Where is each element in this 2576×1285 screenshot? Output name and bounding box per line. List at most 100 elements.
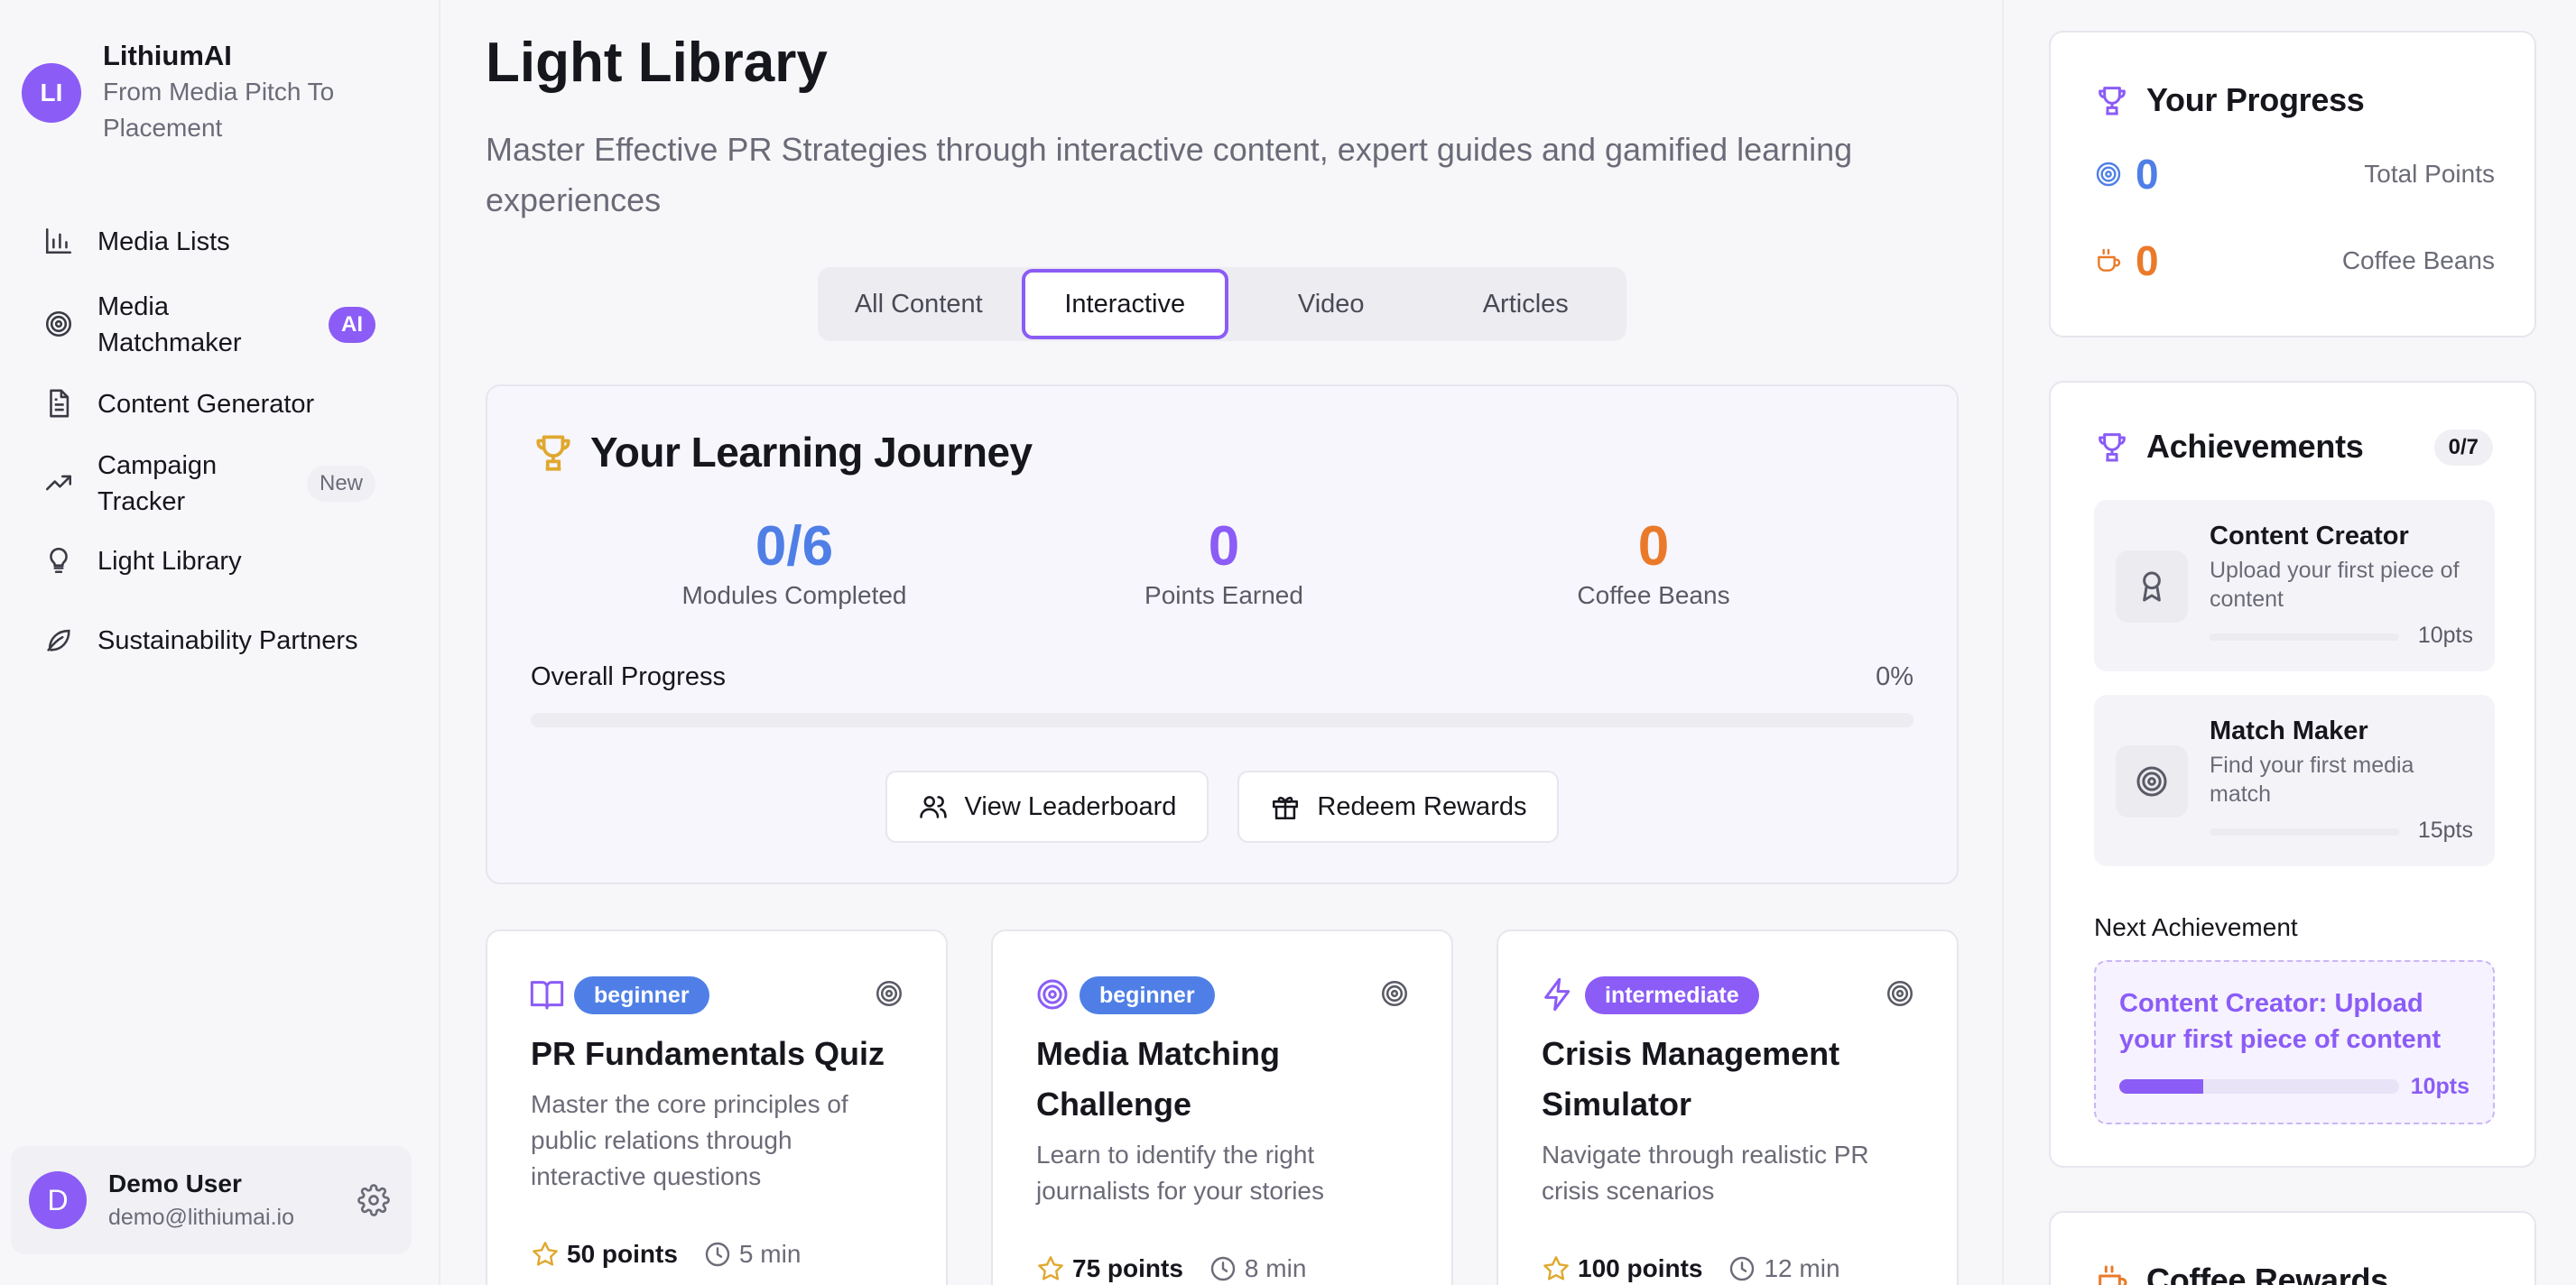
right-panel: Your Progress 0 Total Points 0 Coffee Be…: [2002, 0, 2576, 1285]
user-card[interactable]: D Demo User demo@lithiumai.io: [11, 1146, 412, 1254]
stat-coffee-beans: 0 Coffee Beans: [1491, 518, 1816, 614]
target-icon: [2136, 766, 2167, 797]
level-badge: beginner: [574, 976, 709, 1014]
total-points-value: 0: [2136, 151, 2159, 198]
coffee-rewards-panel: Coffee Rewards: [2049, 1211, 2536, 1285]
clock-icon: [1210, 1256, 1236, 1281]
card-points: 100 points: [1578, 1254, 1703, 1282]
view-leaderboard-button[interactable]: View Leaderboard: [885, 771, 1209, 843]
target-icon: [1034, 976, 1070, 1012]
sidebar-item-campaign-tracker[interactable]: Campaign Tracker New: [43, 448, 379, 520]
achievements-title: Achievements: [2146, 428, 2364, 465]
sidebar-item-content-generator[interactable]: Content Generator: [43, 386, 379, 422]
book-open-icon: [529, 976, 565, 1012]
stat-modules: 0/6 Modules Completed: [632, 518, 957, 614]
brand[interactable]: LI LithiumAI From Media Pitch To Placeme…: [22, 38, 374, 146]
card-duration: 5 min: [738, 1240, 802, 1268]
stat-label: Coffee Beans: [1577, 581, 1730, 609]
stat-label: Points Earned: [1144, 581, 1303, 609]
next-achievement-text: Content Creator: Upload your first piece…: [2119, 989, 2442, 1054]
your-progress-panel: Your Progress 0 Total Points 0 Coffee Be…: [2049, 31, 2536, 337]
level-badge: beginner: [1080, 976, 1215, 1014]
redeem-rewards-label: Redeem Rewards: [1317, 791, 1527, 821]
target-icon: [874, 978, 904, 1009]
gear-icon[interactable]: [357, 1184, 390, 1216]
card-points: 50 points: [567, 1240, 678, 1268]
content-card-media-matching-challenge[interactable]: beginner Media Matching Challenge Learn …: [991, 929, 1453, 1285]
trending-up-icon: [43, 467, 76, 500]
page-subtitle: Master Effective PR Strategies through i…: [486, 131, 1853, 218]
achievement-title: Match Maker: [2210, 716, 2368, 745]
trophy-icon: [531, 430, 576, 475]
achievement-points: 15pts: [2417, 818, 2473, 843]
stat-value: 0: [1208, 515, 1240, 578]
coffee-beans-label: Coffee Beans: [2341, 246, 2495, 274]
stat-label: Modules Completed: [681, 581, 907, 609]
level-badge: intermediate: [1585, 976, 1759, 1014]
target-icon: [2096, 162, 2121, 187]
next-achievement-card[interactable]: Content Creator: Upload your first piece…: [2094, 960, 2495, 1124]
overall-progress-percent: 0%: [1876, 662, 1913, 691]
content-card-crisis-management-simulator[interactable]: intermediate Crisis Management Simulator…: [1496, 929, 1959, 1285]
new-badge: New: [306, 466, 375, 502]
tab-articles[interactable]: Articles: [1428, 269, 1623, 339]
clock-icon: [1730, 1256, 1755, 1281]
tab-video[interactable]: Video: [1234, 269, 1429, 339]
next-achievement-points: 10pts: [2410, 1074, 2469, 1099]
gift-icon: [1273, 796, 1299, 820]
target-icon: [43, 309, 76, 341]
star-icon: [1038, 1256, 1063, 1280]
total-points-row: 0 Total Points: [2094, 150, 2495, 199]
overall-progress-bar: [531, 713, 1913, 727]
sidebar-item-light-library[interactable]: Light Library: [43, 543, 379, 579]
achievements-count-badge: 0/7: [2433, 430, 2493, 466]
view-leaderboard-label: View Leaderboard: [964, 791, 1177, 821]
trophy-icon: [2099, 87, 2126, 116]
lightbulb-icon: [43, 545, 76, 578]
redeem-rewards-button[interactable]: Redeem Rewards: [1237, 771, 1560, 843]
learning-journey-panel: Your Learning Journey 0/6 Modules Comple…: [486, 384, 1959, 884]
tab-interactive[interactable]: Interactive: [1021, 269, 1228, 339]
stat-value: 0/6: [755, 515, 834, 578]
stat-value: 0: [1637, 515, 1670, 578]
target-icon: [1379, 978, 1410, 1009]
target-icon: [1885, 978, 1915, 1009]
trophy-icon: [2099, 433, 2126, 462]
brand-tagline: From Media Pitch To Placement: [103, 78, 335, 142]
sidebar-item-sustainability-partners[interactable]: Sustainability Partners: [43, 623, 379, 659]
brand-name: LithiumAI: [103, 40, 232, 71]
card-duration: 8 min: [1244, 1254, 1307, 1282]
bar-chart-icon: [43, 226, 76, 258]
tab-all-content[interactable]: All Content: [821, 269, 1016, 339]
leaf-icon: [43, 624, 76, 657]
achievement-description: Upload your first piece of content: [2210, 558, 2460, 612]
sidebar-item-media-matchmaker[interactable]: Media Matchmaker AI: [43, 289, 379, 361]
avatar: D: [29, 1171, 87, 1229]
page-title: Light Library: [486, 32, 828, 94]
your-progress-title: Your Progress: [2146, 81, 2365, 118]
sidebar-item-media-lists[interactable]: Media Lists: [43, 224, 379, 260]
sidebar-item-label: Campaign Tracker: [97, 451, 218, 516]
card-title: Media Matching Challenge: [1036, 1035, 1281, 1123]
star-icon: [1543, 1256, 1569, 1280]
stat-points: 0 Points Earned: [1061, 518, 1386, 614]
main-content: Light Library Master Effective PR Strate…: [440, 0, 2002, 1285]
content-card-pr-fundamentals-quiz[interactable]: beginner PR Fundamentals Quiz Master the…: [486, 929, 948, 1285]
total-points-label: Total Points: [2364, 160, 2495, 188]
achievement-match-maker[interactable]: Match Maker Find your first media match …: [2094, 695, 2495, 866]
sidebar-item-label: Media Matchmaker: [97, 292, 242, 357]
sidebar-item-label: Media Lists: [97, 227, 230, 256]
lightning-icon: [1540, 976, 1576, 1012]
achievement-title: Content Creator: [2210, 522, 2409, 550]
achievements-panel: Achievements 0/7 Content Creator Upload …: [2049, 381, 2536, 1168]
ai-badge: AI: [329, 307, 375, 343]
sidebar-item-label: Light Library: [97, 547, 242, 576]
card-points: 75 points: [1072, 1254, 1183, 1282]
user-name: Demo User: [108, 1169, 242, 1197]
achievement-content-creator[interactable]: Content Creator Upload your first piece …: [2094, 500, 2495, 671]
card-duration: 12 min: [1764, 1254, 1840, 1282]
card-title: Crisis Management Simulator: [1542, 1035, 1840, 1123]
content-tabs: All Content Interactive Video Articles: [818, 267, 1626, 341]
achievement-points: 10pts: [2417, 623, 2473, 648]
journey-stats: 0/6 Modules Completed 0 Points Earned 0 …: [487, 518, 1957, 617]
